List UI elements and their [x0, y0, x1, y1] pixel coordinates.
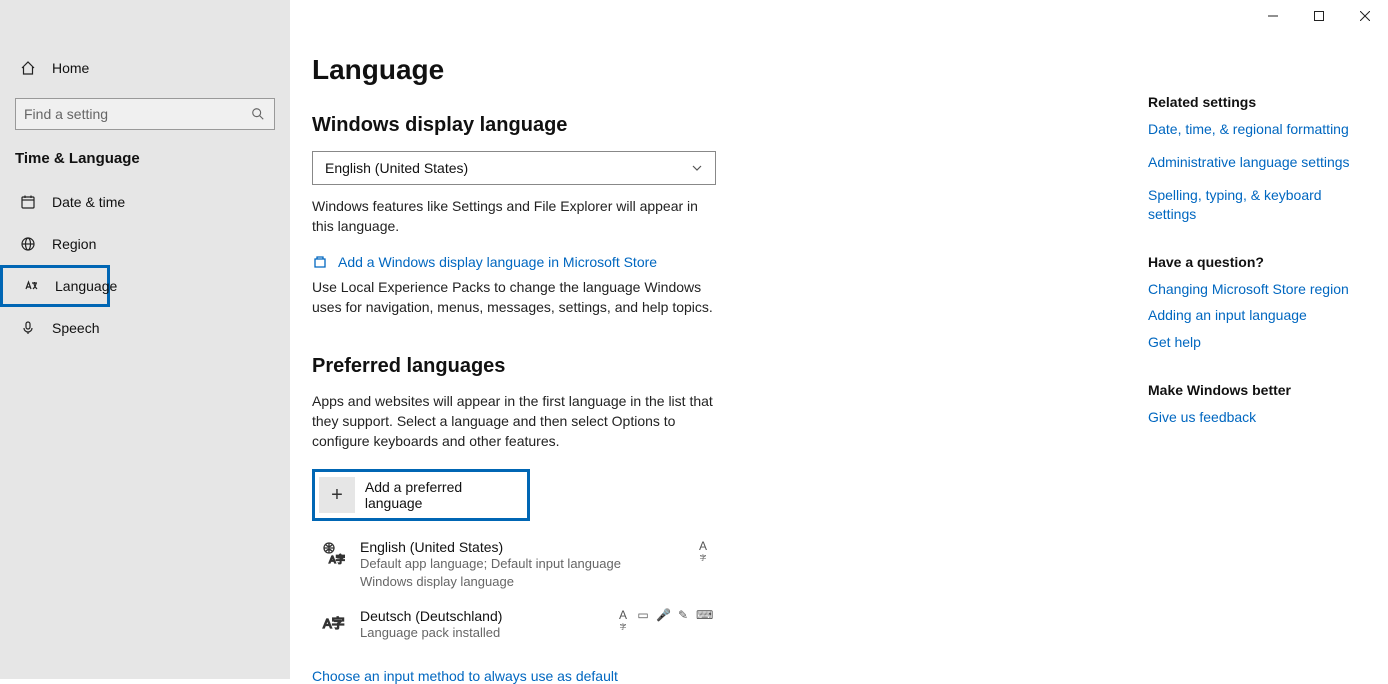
- plus-icon: +: [319, 477, 355, 513]
- sidebar-item-label: Date & time: [52, 194, 125, 210]
- search-icon: [250, 106, 266, 122]
- language-name: English (United States): [360, 539, 712, 555]
- lep-desc: Use Local Experience Packs to change the…: [312, 278, 716, 317]
- store-icon: [312, 254, 328, 270]
- clock-icon: [20, 194, 36, 210]
- related-settings-heading: Related settings: [1148, 94, 1358, 110]
- help-link[interactable]: Get help: [1148, 333, 1358, 352]
- sidebar-item-label: Speech: [52, 320, 99, 336]
- help-link[interactable]: Adding an input language: [1148, 306, 1358, 325]
- svg-text:A字: A字: [329, 553, 345, 565]
- sidebar-item-label: Region: [52, 236, 96, 252]
- sidebar-item-language[interactable]: Language: [0, 265, 110, 307]
- store-link[interactable]: Add a Windows display language in Micros…: [338, 254, 657, 270]
- language-row-german[interactable]: A字 Deutsch (Deutschland) Language pack i…: [312, 600, 716, 650]
- nav-home[interactable]: Home: [0, 48, 290, 88]
- add-preferred-language-button[interactable]: + Add a preferred language: [312, 469, 530, 521]
- display-language-selected: English (United States): [325, 160, 468, 176]
- language-subtitle-2: Windows display language: [360, 573, 712, 591]
- related-link[interactable]: Administrative language settings: [1148, 153, 1358, 172]
- sidebar-item-label: Language: [55, 278, 117, 294]
- language-subtitle: Default app language; Default input lang…: [360, 555, 712, 573]
- language-row-english[interactable]: A字 English (United States) Default app l…: [312, 531, 716, 599]
- language-feature-icon: A字: [696, 539, 710, 568]
- related-link[interactable]: Date, time, & regional formatting: [1148, 120, 1358, 139]
- better-heading: Make Windows better: [1148, 382, 1358, 398]
- language-glyph-icon: A字: [318, 608, 348, 642]
- feedback-link[interactable]: Give us feedback: [1148, 408, 1358, 427]
- sidebar: Home Time & Language Date & time Region …: [0, 0, 290, 679]
- home-icon: [20, 60, 36, 76]
- nav-home-label: Home: [52, 60, 89, 76]
- keyboard-icon: ⌨: [696, 608, 710, 637]
- search-input[interactable]: [15, 98, 275, 130]
- page-title: Language: [312, 54, 1388, 86]
- right-column: Related settings Date, time, & regional …: [1148, 94, 1358, 457]
- display-language-dropdown[interactable]: English (United States): [312, 151, 716, 185]
- sidebar-item-region[interactable]: Region: [0, 223, 290, 265]
- language-icon: [23, 278, 39, 294]
- sidebar-item-date-time[interactable]: Date & time: [0, 181, 290, 223]
- display-language-desc: Windows features like Settings and File …: [312, 197, 716, 236]
- chevron-down-icon: [691, 162, 703, 174]
- input-method-link[interactable]: Choose an input method to always use as …: [312, 668, 1388, 684]
- display-lang-icon: ▭: [636, 608, 650, 637]
- related-link[interactable]: Spelling, typing, & keyboard settings: [1148, 186, 1358, 224]
- language-glyph-icon: A字: [318, 539, 348, 591]
- speech-icon: 🎤: [656, 608, 670, 637]
- globe-icon: [20, 236, 36, 252]
- handwriting-icon: ✎: [676, 608, 690, 637]
- sidebar-section-heading: Time & Language: [0, 144, 290, 181]
- preferred-languages-desc: Apps and websites will appear in the fir…: [312, 392, 716, 451]
- question-heading: Have a question?: [1148, 254, 1358, 270]
- svg-text:A字: A字: [323, 616, 345, 631]
- add-preferred-language-label: Add a preferred language: [365, 479, 523, 511]
- sidebar-item-speech[interactable]: Speech: [0, 307, 290, 349]
- text-to-speech-icon: A字: [616, 608, 630, 637]
- help-link[interactable]: Changing Microsoft Store region: [1148, 280, 1358, 299]
- search-field[interactable]: [24, 106, 250, 122]
- microphone-icon: [20, 320, 36, 336]
